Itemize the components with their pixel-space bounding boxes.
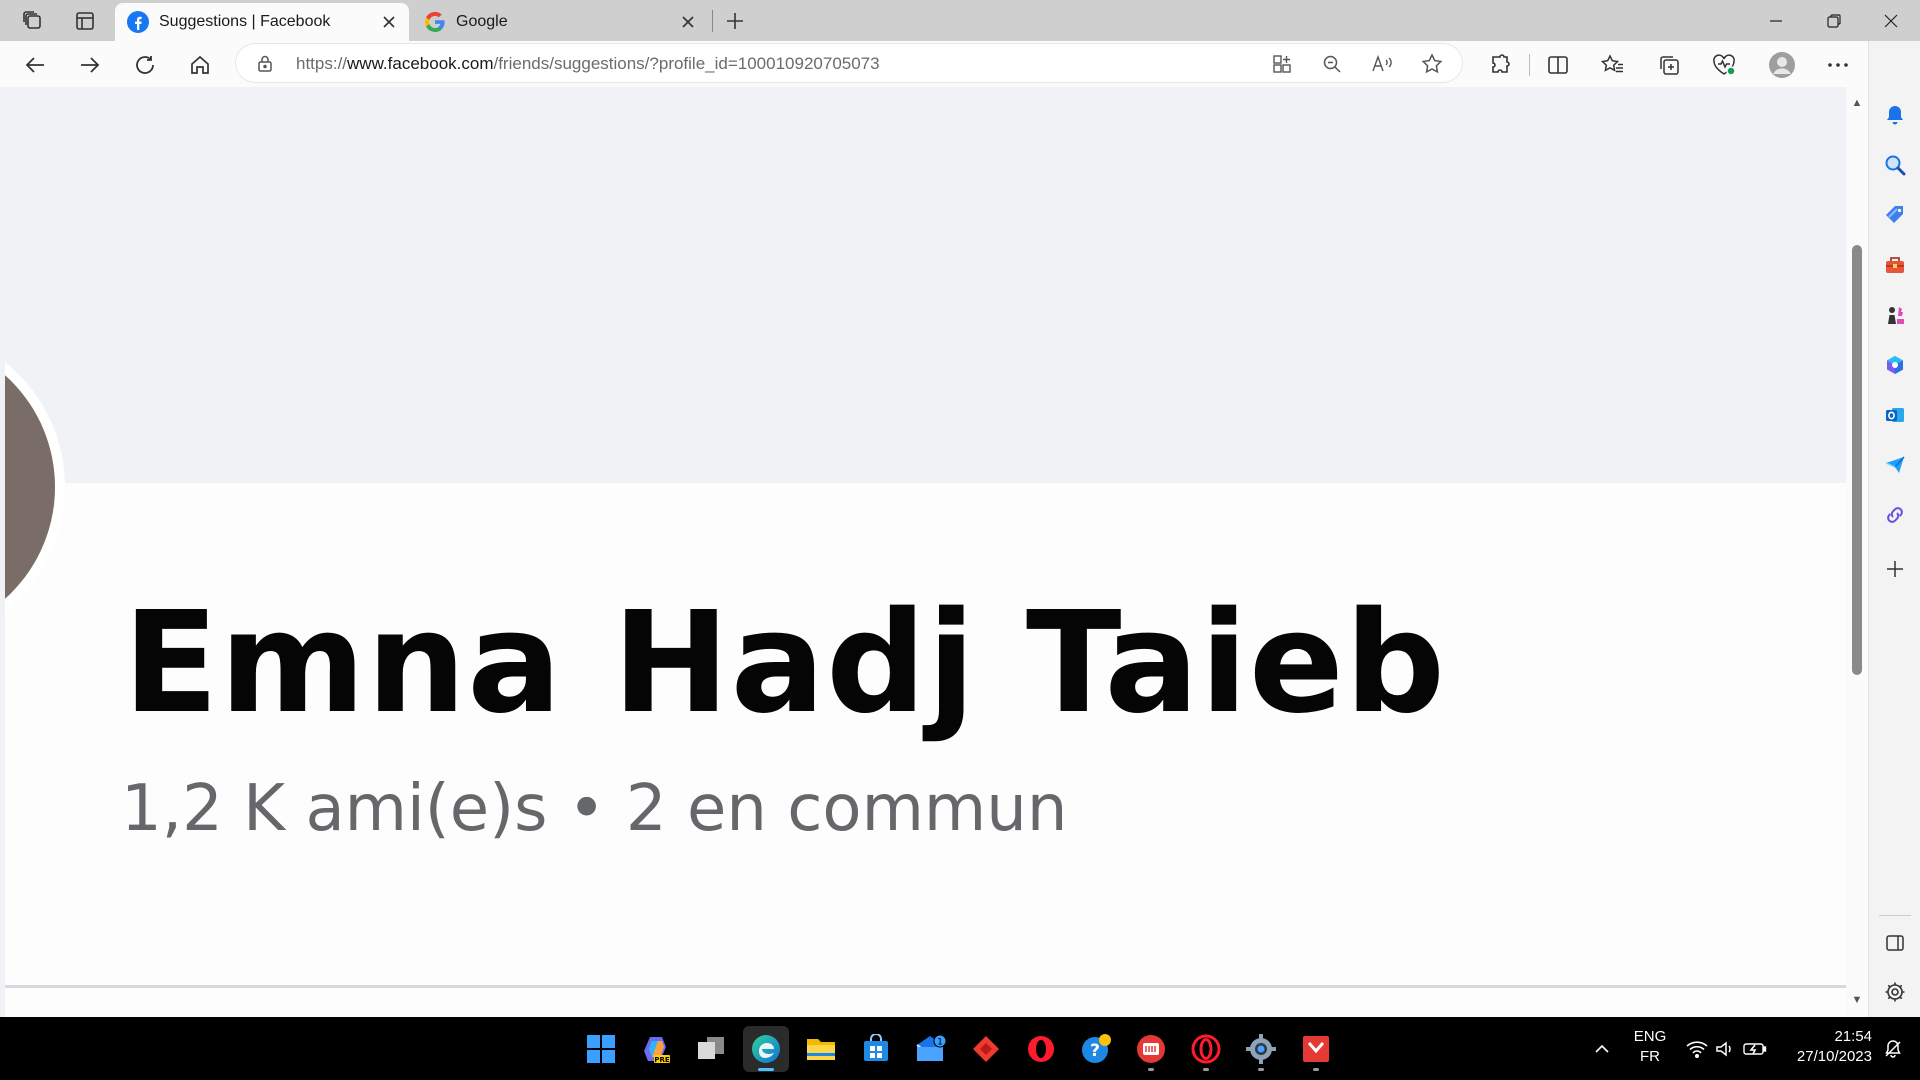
get-help-icon[interactable]: ? [1073, 1026, 1119, 1072]
system-clock[interactable]: 21:54 27/10/2023 [1776, 1027, 1872, 1067]
notifications-bell-icon[interactable] [1881, 101, 1909, 129]
tools-toolbox-icon[interactable] [1881, 251, 1909, 279]
notification-center-icon[interactable] [1878, 1017, 1908, 1080]
app-available-icon[interactable] [1268, 50, 1296, 78]
browser-essentials-icon[interactable] [1707, 48, 1741, 82]
settings-gear-taskbar-icon[interactable] [1238, 1026, 1284, 1072]
running-indicator [1148, 1068, 1154, 1071]
svg-text:?: ? [1090, 1041, 1100, 1061]
games-icon[interactable] [1881, 301, 1909, 329]
running-indicator [1313, 1068, 1319, 1071]
google-icon [424, 11, 445, 33]
friends-count[interactable]: 1,2 K ami(e)s • 2 en commun [121, 777, 1067, 841]
sidebar-separator [1879, 915, 1911, 916]
section-divider [5, 985, 1846, 988]
browser-toolbar: https://www.facebook.com/friends/suggest… [0, 41, 1920, 87]
running-indicator [1203, 1068, 1209, 1071]
copilot-link-icon[interactable] [1881, 501, 1909, 529]
task-view-icon[interactable] [688, 1026, 734, 1072]
settings-more-icon[interactable] [1821, 48, 1855, 82]
minimize-button[interactable] [1747, 0, 1805, 41]
close-tab-icon[interactable] [674, 8, 702, 36]
tab-title: Google [456, 13, 508, 30]
mail-icon[interactable]: 1 [908, 1026, 954, 1072]
opera-icon[interactable] [1018, 1026, 1064, 1072]
windows-taskbar: PRE 1 ? ENG FR 21:54 27/10/2023 [0, 1017, 1920, 1080]
add-sidebar-app-icon[interactable] [1881, 555, 1909, 583]
pdf-reader-icon[interactable] [1293, 1026, 1339, 1072]
microsoft-365-icon[interactable] [1881, 351, 1909, 379]
scroll-up-icon[interactable]: ▲ [1851, 97, 1863, 109]
back-button[interactable] [18, 48, 52, 82]
show-hidden-icons-chevron-icon[interactable] [1590, 1017, 1614, 1080]
sidebar-settings-gear-icon[interactable] [1881, 978, 1909, 1006]
lock-icon[interactable] [256, 54, 274, 72]
favorites-icon[interactable] [1596, 48, 1630, 82]
read-aloud-icon[interactable] [1368, 50, 1396, 78]
battery-icon[interactable] [1740, 1017, 1770, 1080]
anydesk-icon[interactable] [963, 1026, 1009, 1072]
tab-separator [712, 10, 713, 32]
active-indicator [758, 1068, 774, 1071]
search-icon[interactable] [1881, 151, 1909, 179]
edge-sidebar [1868, 41, 1920, 1017]
extensions-icon[interactable] [1483, 48, 1517, 82]
store-icon[interactable] [853, 1026, 899, 1072]
clock-time: 21:54 [1834, 1028, 1872, 1045]
toolbar-separator [1529, 54, 1530, 76]
home-button[interactable] [183, 48, 217, 82]
opera-gx-icon[interactable] [1183, 1026, 1229, 1072]
running-indicator [1258, 1068, 1264, 1071]
clock-date: 27/10/2023 [1796, 1048, 1872, 1065]
scroll-down-icon[interactable]: ▼ [1851, 994, 1863, 1006]
favorite-star-icon[interactable] [1418, 50, 1446, 78]
hide-sidebar-icon[interactable] [1881, 929, 1909, 957]
drop-send-icon[interactable] [1881, 451, 1909, 479]
forward-button[interactable] [73, 48, 107, 82]
outlook-icon[interactable] [1881, 401, 1909, 429]
close-window-button[interactable] [1862, 0, 1920, 41]
edge-taskbar-icon[interactable] [743, 1026, 789, 1072]
page-scrollbar[interactable]: ▲ ▼ [1846, 87, 1868, 1017]
svg-text:PRE: PRE [654, 1056, 670, 1064]
copilot-preview-icon[interactable]: PRE [633, 1026, 679, 1072]
zoom-out-icon[interactable] [1318, 50, 1346, 78]
cover-photo-area [5, 87, 1846, 483]
mail-badge: 1 [937, 1038, 943, 1048]
scrollbar-thumb[interactable] [1852, 245, 1862, 675]
tab-google[interactable]: Google [412, 3, 708, 41]
workspaces-icon[interactable] [18, 6, 48, 36]
file-explorer-icon[interactable] [798, 1026, 844, 1072]
wifi-icon[interactable] [1684, 1017, 1710, 1080]
taskbar-app-red-icon[interactable] [1128, 1026, 1174, 1072]
shopping-tag-icon[interactable] [1881, 201, 1909, 229]
input-language[interactable]: ENG FR [1630, 1027, 1670, 1067]
vertical-tabs-icon[interactable] [70, 6, 100, 36]
address-bar[interactable]: https://www.facebook.com/friends/suggest… [236, 44, 1462, 82]
tab-facebook[interactable]: Suggestions | Facebook [115, 3, 409, 41]
facebook-page: Emna Hadj Taieb 1,2 K ami(e)s • 2 en com… [5, 87, 1846, 1017]
facebook-icon [127, 11, 149, 33]
url-text[interactable]: https://www.facebook.com/friends/suggest… [296, 54, 880, 74]
restore-button[interactable] [1805, 0, 1863, 41]
start-windows-icon[interactable] [578, 1026, 624, 1072]
close-tab-icon[interactable] [375, 8, 403, 36]
tab-title: Suggestions | Facebook [159, 13, 331, 30]
profile-avatar[interactable] [1765, 48, 1799, 82]
volume-icon[interactable] [1712, 1017, 1738, 1080]
tab-strip: Suggestions | Facebook Google [0, 0, 1920, 41]
new-tab-button[interactable] [720, 6, 750, 36]
collections-icon[interactable] [1652, 48, 1686, 82]
refresh-button[interactable] [128, 48, 162, 82]
split-screen-icon[interactable] [1541, 48, 1575, 82]
profile-name: Emna Hadj Taieb [123, 582, 1447, 745]
